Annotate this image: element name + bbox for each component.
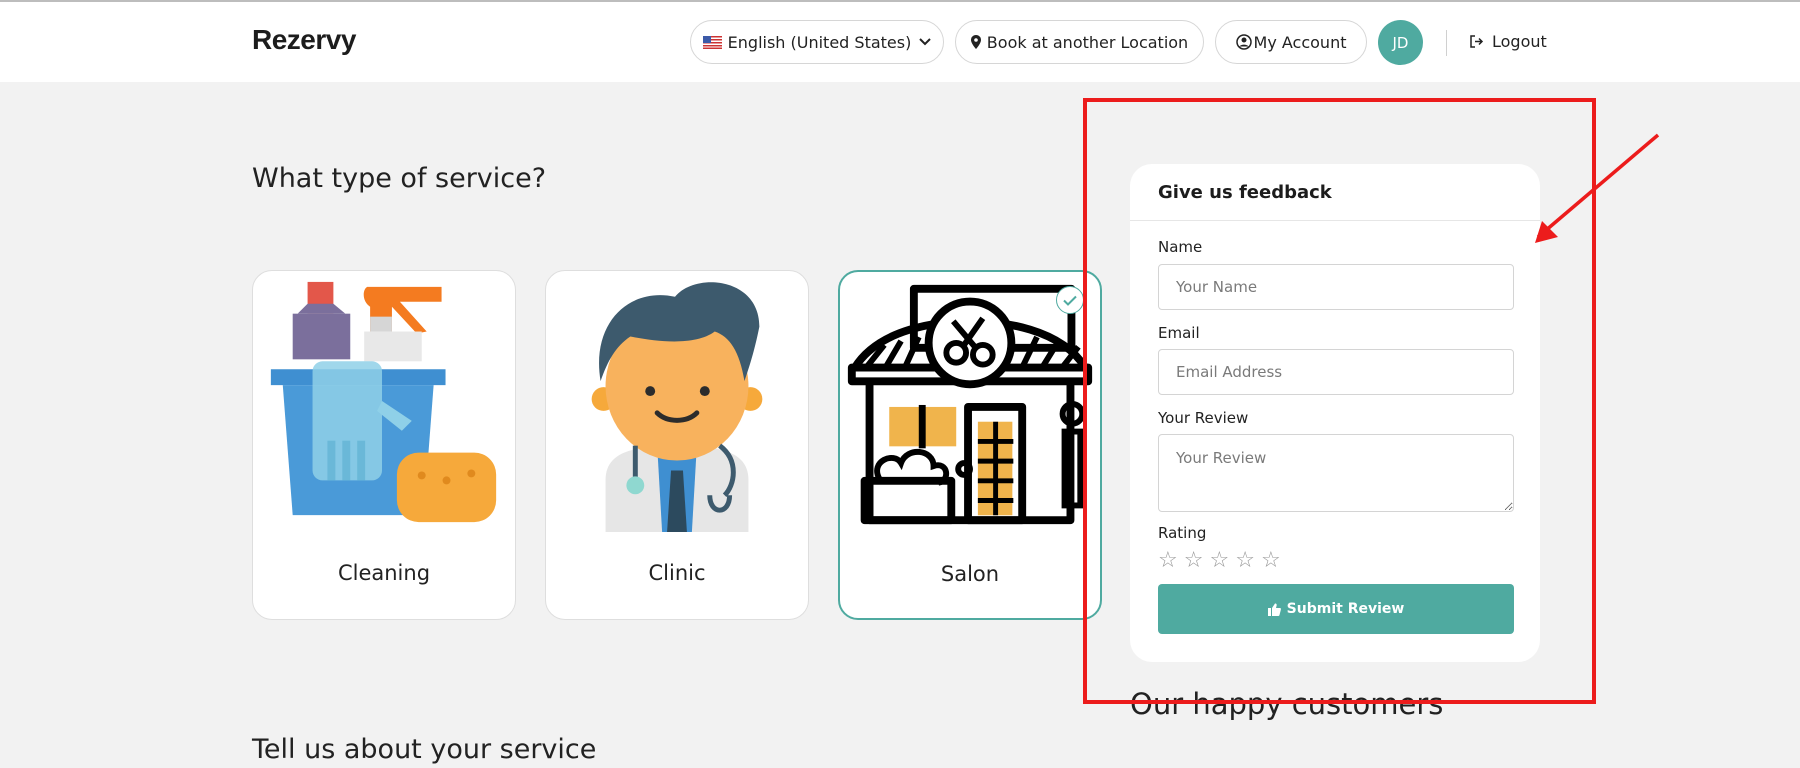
service-label-clinic: Clinic [648, 561, 706, 585]
annotation-arrow-icon [1535, 133, 1660, 243]
my-account-label: My Account [1253, 32, 1347, 52]
tell-heading: Tell us about your service [252, 734, 597, 765]
service-card-cleaning[interactable]: Cleaning [252, 270, 516, 620]
brand-logo[interactable]: Rezervy [252, 24, 356, 56]
top-navbar: Rezervy English (United States) Book at … [0, 2, 1800, 82]
logout-icon [1470, 35, 1484, 48]
avatar[interactable]: JD [1378, 20, 1423, 65]
logout-button[interactable]: Logout [1470, 32, 1547, 51]
selected-check-icon [1056, 286, 1084, 314]
language-selector[interactable]: English (United States) [690, 20, 944, 64]
chevron-down-icon [919, 38, 932, 46]
us-flag-icon [702, 35, 722, 49]
book-location-button[interactable]: Book at another Location [955, 20, 1204, 64]
doctor-icon [591, 282, 763, 533]
language-label: English (United States) [727, 32, 912, 52]
service-card-clinic[interactable]: Clinic [545, 270, 809, 620]
user-circle-icon [1235, 34, 1252, 50]
service-card-salon[interactable]: Salon [838, 270, 1102, 620]
service-label-salon: Salon [940, 562, 1000, 586]
cleaning-icon [270, 281, 497, 523]
logout-label: Logout [1492, 32, 1547, 51]
service-heading: What type of service? [252, 163, 547, 194]
nav-divider [1446, 30, 1447, 56]
service-label-cleaning: Cleaning [337, 561, 431, 585]
my-account-button[interactable]: My Account [1215, 20, 1367, 64]
book-location-label: Book at another Location [986, 32, 1189, 52]
map-pin-icon [970, 35, 981, 49]
